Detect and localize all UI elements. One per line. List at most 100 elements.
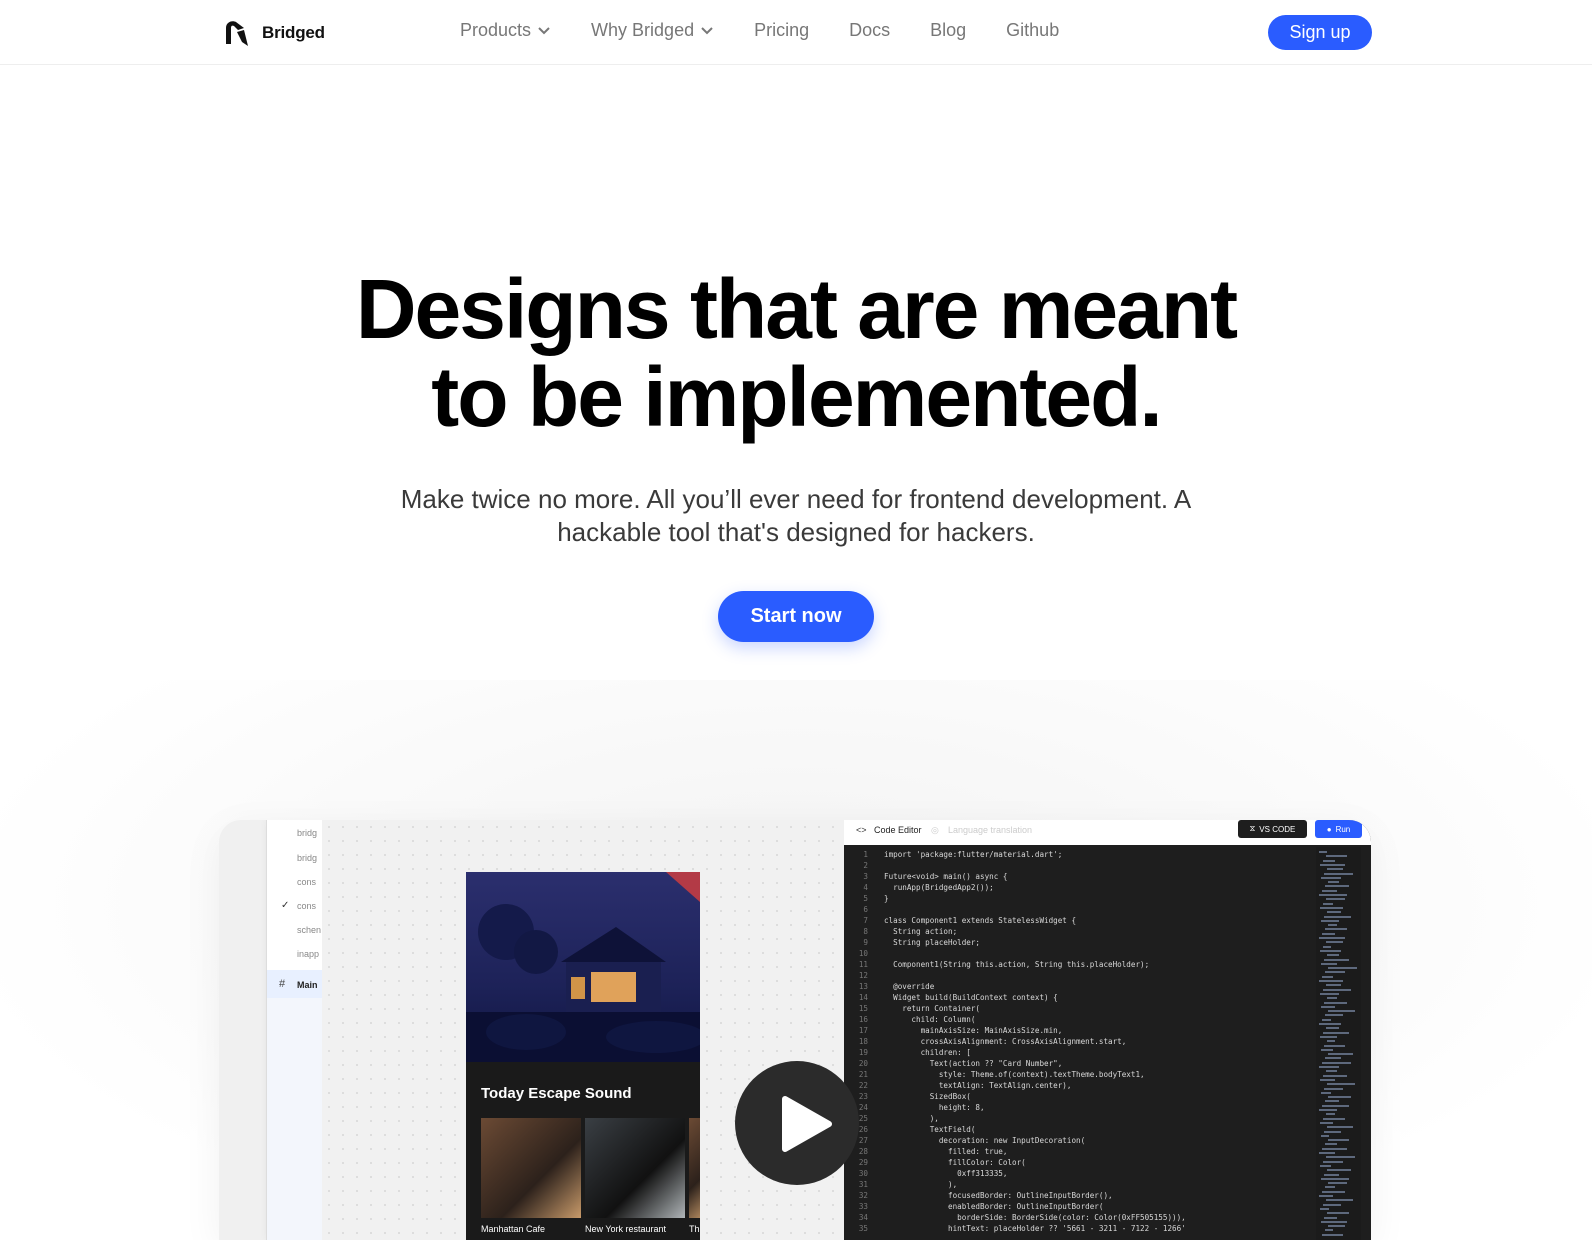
minimap-line bbox=[1321, 1220, 1347, 1223]
layer-item[interactable]: schen bbox=[297, 925, 321, 935]
code-line: children: [ bbox=[884, 1048, 971, 1057]
layer-item[interactable]: bridg bbox=[297, 828, 317, 838]
layer-item[interactable]: cons bbox=[297, 877, 316, 887]
minimap-line bbox=[1321, 1177, 1349, 1180]
line-number: 21 bbox=[858, 1070, 868, 1079]
line-number: 17 bbox=[858, 1026, 868, 1035]
layers-panel: bridg bridg cons cons schen inapp Main ✓… bbox=[266, 820, 323, 1240]
code-line: 0xff313335, bbox=[884, 1169, 1008, 1178]
globe-icon: ◎ bbox=[931, 825, 939, 835]
minimap-line bbox=[1328, 967, 1357, 970]
hero-subtitle-line-2: hackable tool that's designed for hacker… bbox=[557, 517, 1035, 547]
nav-item-label: Why Bridged bbox=[591, 20, 695, 40]
layer-item[interactable]: inapp bbox=[297, 949, 319, 959]
minimap-line bbox=[1327, 1040, 1335, 1043]
minimap-line bbox=[1325, 1014, 1343, 1017]
minimap-line bbox=[1324, 1001, 1347, 1004]
line-number: 29 bbox=[858, 1158, 868, 1167]
line-number: 15 bbox=[858, 1004, 868, 1013]
minimap-line bbox=[1324, 1087, 1343, 1090]
minimap-line bbox=[1327, 1169, 1351, 1172]
code-line: ), bbox=[884, 1114, 939, 1123]
minimap-line bbox=[1323, 1160, 1343, 1163]
minimap-line bbox=[1328, 1053, 1353, 1056]
tab-language-translation[interactable]: Language translation bbox=[948, 825, 1032, 835]
minimap-line bbox=[1328, 881, 1339, 884]
code-line: filled: true, bbox=[884, 1147, 1008, 1156]
minimap-line bbox=[1321, 1091, 1331, 1094]
code-line: String placeHolder; bbox=[884, 938, 981, 947]
chevron-down-icon bbox=[538, 27, 550, 35]
line-number: 9 bbox=[863, 938, 868, 947]
line-number: 5 bbox=[863, 894, 868, 903]
line-number: 16 bbox=[858, 1015, 868, 1024]
layer-item-main[interactable]: Main bbox=[297, 980, 318, 990]
minimap-line bbox=[1319, 1109, 1337, 1111]
minimap-line bbox=[1326, 1113, 1335, 1116]
nav-item-github[interactable]: Github bbox=[1006, 20, 1059, 41]
minimap-line bbox=[1325, 1100, 1339, 1103]
minimap-line bbox=[1328, 1096, 1351, 1099]
minimap-line bbox=[1320, 1078, 1335, 1081]
bridged-logo-icon bbox=[226, 21, 248, 46]
line-number: 3 bbox=[863, 872, 868, 881]
tab-code-editor[interactable]: Code Editor bbox=[874, 825, 922, 835]
layer-item[interactable]: bridg bbox=[297, 853, 317, 863]
play-video-button[interactable] bbox=[735, 1061, 859, 1185]
photo-caption: Th bbox=[689, 1224, 700, 1234]
run-button[interactable]: ● Run bbox=[1315, 820, 1362, 838]
code-line: runApp(BridgedApp2()); bbox=[884, 883, 994, 892]
minimap-line bbox=[1326, 984, 1341, 987]
minimap-line bbox=[1319, 851, 1327, 853]
start-now-button[interactable]: Start now bbox=[718, 591, 874, 642]
minimap-line bbox=[1327, 997, 1337, 1000]
minimap-line bbox=[1319, 894, 1347, 896]
minimap-line bbox=[1328, 924, 1337, 927]
hero-title: Designs that are meant to be implemented… bbox=[0, 265, 1592, 441]
minimap-line bbox=[1328, 1010, 1355, 1013]
minimap-line bbox=[1327, 868, 1343, 871]
hero-title-line-1: Designs that are meant bbox=[355, 262, 1238, 356]
minimap-line bbox=[1320, 863, 1345, 866]
code-area[interactable]: 1 import 'package:flutter/material.dart';… bbox=[844, 847, 1314, 1240]
minimap-line bbox=[1326, 1070, 1337, 1073]
code-line: crossAxisAlignment: CrossAxisAlignment.s… bbox=[884, 1037, 1127, 1046]
line-number: 34 bbox=[858, 1213, 868, 1222]
line-number: 12 bbox=[858, 971, 868, 980]
layer-children bbox=[267, 998, 323, 1240]
product-preview[interactable]: bridg bridg cons cons schen inapp Main ✓… bbox=[219, 820, 1371, 1240]
brand-logo[interactable]: Bridged bbox=[222, 18, 325, 48]
nav-item-products[interactable]: Products bbox=[460, 20, 551, 41]
nav-item-why-bridged[interactable]: Why Bridged bbox=[591, 20, 714, 41]
code-line: decoration: new InputDecoration( bbox=[884, 1136, 1086, 1145]
vscode-button[interactable]: ⧖ VS CODE bbox=[1238, 820, 1307, 838]
line-number: 6 bbox=[863, 905, 868, 914]
check-icon: ✓ bbox=[281, 900, 290, 911]
line-number: 30 bbox=[858, 1169, 868, 1178]
nav-item-blog[interactable]: Blog bbox=[930, 20, 966, 41]
line-number: 14 bbox=[858, 993, 868, 1002]
minimap-line bbox=[1327, 1126, 1353, 1129]
frame-icon: # bbox=[279, 978, 286, 990]
code-line: String action; bbox=[884, 927, 958, 936]
signup-button[interactable]: Sign up bbox=[1268, 15, 1372, 50]
cafe-photo bbox=[481, 1118, 581, 1218]
minimap-line bbox=[1319, 937, 1345, 939]
code-line: Widget build(BuildContext context) { bbox=[884, 993, 1058, 1002]
brand-name: Bridged bbox=[262, 23, 325, 42]
nav-item-docs[interactable]: Docs bbox=[849, 20, 890, 41]
nav-item-pricing[interactable]: Pricing bbox=[754, 20, 809, 41]
line-number: 32 bbox=[858, 1191, 868, 1200]
minimap-line bbox=[1322, 1061, 1351, 1064]
minimap-line bbox=[1319, 980, 1343, 982]
code-line: SizedBox( bbox=[884, 1092, 971, 1101]
line-number: 2 bbox=[863, 861, 868, 870]
minimap-line bbox=[1326, 855, 1347, 858]
code-line: class Component1 extends StatelessWidget… bbox=[884, 916, 1077, 925]
layer-item[interactable]: cons bbox=[297, 901, 316, 911]
code-minimap[interactable] bbox=[1316, 847, 1361, 1240]
minimap-line bbox=[1319, 1023, 1341, 1025]
minimap-line bbox=[1320, 1035, 1337, 1038]
minimap-line bbox=[1327, 954, 1339, 957]
minimap-line bbox=[1321, 1048, 1333, 1051]
